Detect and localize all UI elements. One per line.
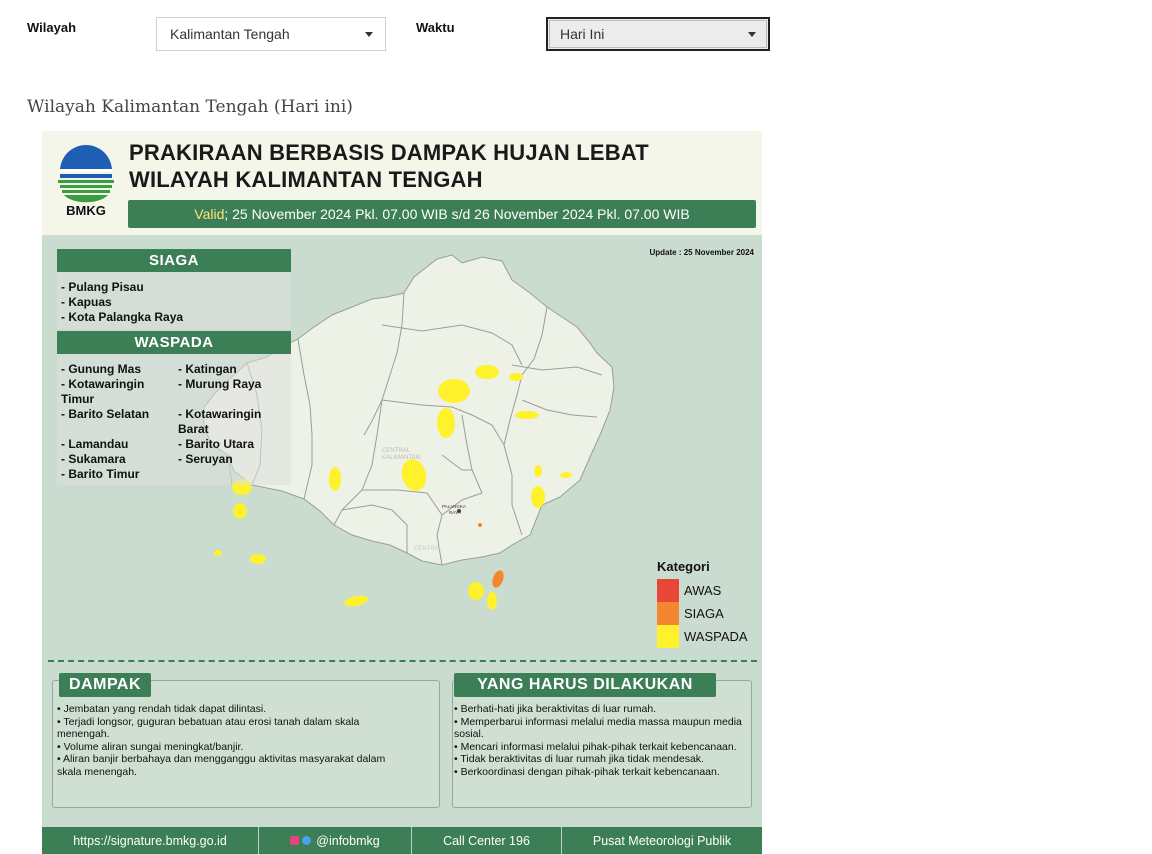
harus-text: • Berhati-hati jika beraktivitas di luar…: [454, 703, 742, 778]
footer-org: Pusat Meteorologi Publik: [592, 833, 732, 848]
wilayah-label: Wilayah: [27, 20, 77, 35]
legend-swatch-awas: [657, 579, 679, 602]
wilayah-select-value: Kalimantan Tengah: [170, 26, 290, 42]
dampak-heading: DAMPAK: [59, 673, 152, 697]
legend-swatch-siaga: [657, 602, 679, 625]
legend-label-siaga: SIAGA: [684, 606, 724, 621]
svg-text:CENTRAL: CENTRAL: [382, 448, 411, 454]
legend-swatch-waspada: [657, 625, 679, 648]
infographic-header: BMKG PRAKIRAAN BERBASIS DAMPAK HUJAN LEB…: [42, 131, 762, 235]
valid-period-bar: Valid; 25 November 2024 Pkl. 07.00 WIB s…: [128, 200, 756, 228]
waktu-select-value: Hari Ini: [560, 26, 605, 42]
legend-label-awas: AWAS: [684, 583, 722, 598]
infographic-footer: https://signature.bmkg.go.id @infobmkg C…: [42, 827, 762, 854]
legend-label-waspada: WASPADA: [684, 629, 748, 644]
waspada-heading: WASPADA: [57, 331, 291, 354]
bmkg-logo-text: BMKG: [66, 203, 106, 218]
footer-website: https://signature.bmkg.go.id: [42, 827, 259, 854]
dampak-text: • Jembatan yang rendah tidak dapat dilin…: [57, 703, 386, 778]
forecast-infographic: BMKG PRAKIRAAN BERBASIS DAMPAK HUJAN LEB…: [42, 131, 762, 854]
palangka-raya-label: PALANGKA: [442, 504, 466, 509]
svg-text:KALIMANTAN: KALIMANTAN: [382, 455, 420, 461]
instagram-icon: [290, 836, 300, 845]
siaga-list: - Pulang Pisau - Kapuas - Kota Palangka …: [61, 280, 184, 324]
wilayah-select[interactable]: Kalimantan Tengah: [156, 17, 386, 51]
waktu-select[interactable]: Hari Ini: [546, 17, 770, 51]
footer-social: @infobmkg: [259, 827, 412, 854]
svg-text:RAYA: RAYA: [449, 510, 461, 515]
footer-call-center: Call Center 196: [412, 827, 562, 854]
kategori-legend-title: Kategori: [657, 559, 710, 574]
siaga-heading: SIAGA: [57, 249, 291, 272]
chevron-down-icon: [748, 32, 756, 37]
waspada-list-col1: - Gunung Mas - Kotawaringin Timur - Bari…: [61, 362, 150, 481]
twitter-icon: [302, 836, 312, 845]
chevron-down-icon: [365, 32, 373, 37]
waktu-label: Waktu: [416, 20, 455, 35]
waspada-list-col2: - Katingan - Murung Raya - Kotawaringin …: [178, 362, 262, 466]
section-title: Wilayah Kalimantan Tengah (Hari ini): [27, 97, 353, 117]
map-region-label: CENTRAL: [414, 546, 443, 552]
divider: [48, 660, 757, 662]
infographic-title: PRAKIRAAN BERBASIS DAMPAK HUJAN LEBAT WI…: [129, 140, 649, 192]
harus-heading: YANG HARUS DILAKUKAN: [454, 673, 716, 697]
